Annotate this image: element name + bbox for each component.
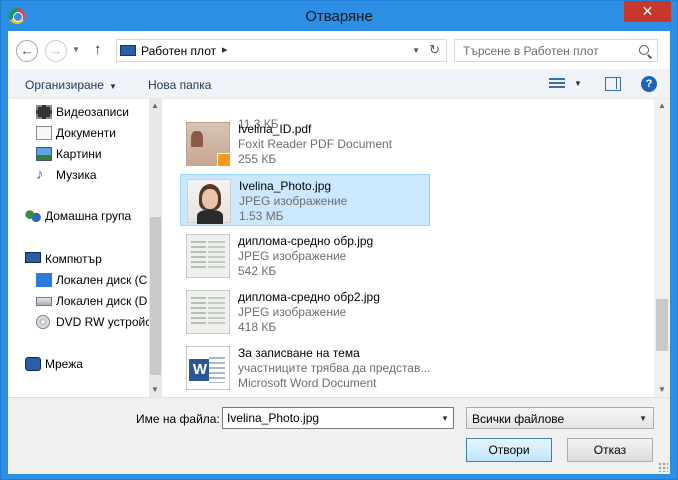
sidebar-item-label: DVD RW устройс bbox=[56, 315, 149, 329]
preview-pane-icon[interactable] bbox=[605, 77, 621, 91]
sidebar-item-label: Локален диск (C bbox=[56, 273, 148, 287]
scrollbar-thumb[interactable] bbox=[150, 217, 161, 375]
dialog-title: Отваряне bbox=[305, 8, 373, 25]
file-size: 255 КБ bbox=[238, 152, 277, 166]
window-frame-right bbox=[670, 31, 677, 479]
pictures-icon bbox=[36, 147, 52, 161]
scrollbar-thumb[interactable] bbox=[656, 299, 668, 351]
sidebar-item-label: Домашна група bbox=[45, 209, 132, 223]
forward-button[interactable]: → bbox=[45, 40, 67, 62]
scroll-up-icon[interactable]: ▲ bbox=[658, 101, 666, 110]
sidebar-item-label: Документи bbox=[56, 126, 116, 140]
music-icon: ♪ bbox=[36, 166, 44, 183]
file-name-continued: участниците трябва да представ... bbox=[238, 361, 431, 375]
organize-label: Организиране bbox=[25, 78, 104, 92]
diploma-thumbnail bbox=[186, 234, 230, 278]
file-name: диплома-средно обр2.jpg bbox=[238, 290, 380, 304]
file-list-scrollbar[interactable]: ▲ ▼ bbox=[654, 99, 670, 397]
file-type: JPEG изображение bbox=[238, 249, 347, 263]
breadcrumb-chevron-icon[interactable]: ▸ bbox=[222, 43, 228, 56]
file-name: За записване на тема bbox=[238, 346, 360, 360]
close-button[interactable]: ✕ bbox=[624, 1, 671, 22]
file-type-filter-select[interactable]: Всички файлове ▼ bbox=[466, 407, 654, 429]
view-dropdown-icon[interactable]: ▼ bbox=[574, 79, 582, 88]
sidebar-item-label: Видеозаписи bbox=[56, 105, 130, 119]
file-name: Ivelina_ID.pdf bbox=[238, 122, 312, 136]
file-item[interactable]: W За записване на тема участниците трябв… bbox=[180, 342, 430, 394]
recent-locations-dropdown-icon[interactable]: ▼ bbox=[72, 45, 80, 54]
sidebar-item-label: Мрежа bbox=[45, 357, 83, 371]
filename-dropdown-icon[interactable]: ▼ bbox=[441, 414, 449, 423]
search-icon[interactable] bbox=[639, 45, 649, 55]
file-item[interactable]: Ivelina_ID.pdf Foxit Reader PDF Document… bbox=[180, 118, 430, 170]
filename-label: Име на файла: bbox=[136, 412, 220, 426]
up-button[interactable]: ↑ bbox=[94, 41, 102, 58]
title-bar[interactable]: Отваряне ✕ bbox=[1, 1, 677, 31]
navigation-pane: Видеозаписи Документи Картини ♪ Музика Д… bbox=[8, 99, 149, 397]
refresh-icon[interactable]: ↻ bbox=[429, 42, 440, 58]
chevron-down-icon: ▼ bbox=[639, 414, 647, 423]
filename-input[interactable] bbox=[222, 407, 454, 429]
organize-button[interactable]: Организиране ▼ bbox=[25, 78, 117, 92]
search-input[interactable]: Търсене в Работен плот bbox=[454, 39, 658, 62]
resize-grip-icon[interactable] bbox=[658, 462, 668, 472]
cancel-button[interactable]: Отказ bbox=[567, 438, 653, 462]
navigation-scrollbar[interactable]: ▲ ▼ bbox=[149, 99, 162, 397]
back-button[interactable]: ← bbox=[16, 40, 38, 62]
sidebar-item-label: Картини bbox=[56, 147, 102, 161]
pdf-thumbnail bbox=[186, 122, 231, 167]
scroll-up-icon[interactable]: ▲ bbox=[151, 101, 159, 110]
file-list: 11.3 КБ Ivelina_ID.pdf Foxit Reader PDF … bbox=[162, 99, 654, 397]
breadcrumb-desktop[interactable]: Работен плот bbox=[141, 44, 216, 58]
sidebar-item-label: Локален диск (D bbox=[56, 294, 148, 308]
scroll-down-icon[interactable]: ▼ bbox=[658, 385, 666, 394]
search-placeholder: Търсене в Работен плот bbox=[463, 44, 599, 58]
local-disk-icon bbox=[36, 273, 52, 287]
breadcrumb[interactable]: Работен плот ▸ ▼ ↻ bbox=[116, 39, 447, 62]
new-folder-button[interactable]: Нова папка bbox=[148, 78, 211, 92]
command-bar: Организиране ▼ Нова папка ▼ ? bbox=[8, 69, 670, 99]
dialog-footer: Име на файла: ▼ Всички файлове ▼ Отвори … bbox=[8, 397, 670, 474]
file-item[interactable]: диплома-средно обр.jpg JPEG изображение … bbox=[180, 230, 430, 282]
file-type: JPEG изображение bbox=[238, 305, 347, 319]
chevron-down-icon: ▼ bbox=[108, 82, 117, 91]
file-type: Microsoft Word Document bbox=[238, 376, 377, 390]
open-dialog: Отваряне ✕ ← → ▼ ↑ Работен плот ▸ ▼ ↻ Тъ… bbox=[0, 0, 678, 480]
file-name: диплома-средно обр.jpg bbox=[238, 234, 374, 248]
open-button[interactable]: Отвори bbox=[466, 438, 552, 462]
file-type-filter-value: Всички файлове bbox=[472, 412, 565, 426]
network-icon bbox=[25, 357, 41, 371]
desktop-icon bbox=[120, 45, 136, 56]
file-size: 418 КБ bbox=[238, 320, 277, 334]
sidebar-item-label: Компютър bbox=[45, 252, 102, 266]
file-item-selected[interactable]: Ivelina_Photo.jpg JPEG изображение 1.53 … bbox=[180, 174, 430, 226]
file-size: 542 КБ bbox=[238, 264, 277, 278]
help-icon[interactable]: ? bbox=[641, 76, 657, 92]
word-thumbnail: W bbox=[186, 346, 230, 390]
window-frame-left bbox=[1, 31, 8, 479]
documents-icon bbox=[36, 126, 52, 140]
computer-icon bbox=[25, 252, 41, 263]
diploma-thumbnail bbox=[186, 290, 230, 334]
dvd-icon bbox=[36, 315, 50, 329]
view-options-icon[interactable] bbox=[549, 78, 565, 90]
address-bar: ← → ▼ ↑ Работен плот ▸ ▼ ↻ Търсене в Раб… bbox=[8, 31, 670, 69]
file-item[interactable]: диплома-средно обр2.jpg JPEG изображение… bbox=[180, 286, 430, 338]
file-size: 1.53 МБ bbox=[239, 209, 284, 223]
local-disk-icon bbox=[36, 297, 52, 306]
video-icon bbox=[36, 105, 52, 119]
photo-thumbnail bbox=[187, 179, 231, 224]
file-type: JPEG изображение bbox=[239, 194, 348, 208]
sidebar-item-label: Музика bbox=[56, 168, 97, 182]
file-name: Ivelina_Photo.jpg bbox=[239, 179, 332, 193]
scroll-down-icon[interactable]: ▼ bbox=[151, 385, 159, 394]
homegroup-icon bbox=[25, 209, 41, 223]
path-dropdown-icon[interactable]: ▼ bbox=[412, 46, 420, 55]
file-type: Foxit Reader PDF Document bbox=[238, 137, 393, 151]
